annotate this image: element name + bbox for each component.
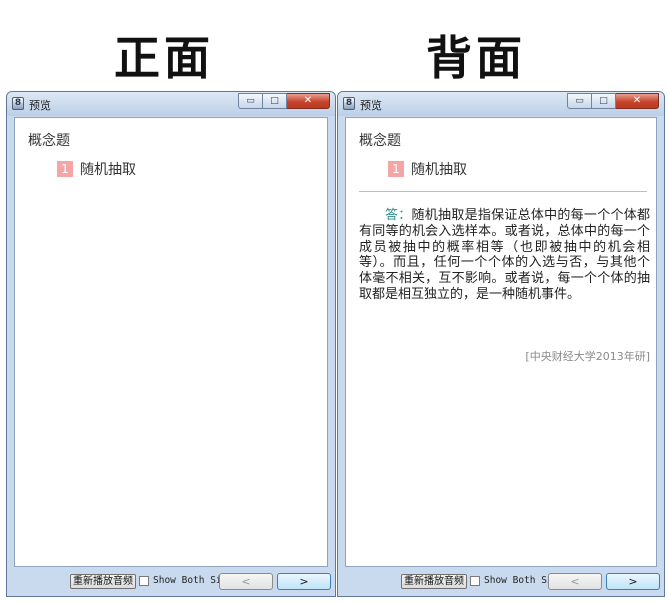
maximize-icon: □ bbox=[270, 96, 279, 106]
title-bar[interactable]: 8 预览 ▭ □ ✕ bbox=[338, 92, 664, 116]
close-icon: ✕ bbox=[632, 95, 642, 106]
maximize-button[interactable]: □ bbox=[592, 93, 616, 109]
next-button[interactable]: > bbox=[606, 573, 660, 590]
question-row: 1 随机抽取 bbox=[388, 160, 467, 178]
previous-button[interactable]: < bbox=[548, 573, 602, 590]
close-button[interactable]: ✕ bbox=[616, 93, 659, 109]
card-category: 概念题 bbox=[359, 133, 401, 149]
title-bar[interactable]: 8 预览 ▭ □ ✕ bbox=[7, 92, 335, 116]
next-button[interactable]: > bbox=[277, 573, 331, 590]
answer-paragraph: 答：随机抽取是指保证总体中的每一个个体都有同等的机会入选样本。或者说，总体中的每… bbox=[359, 208, 650, 303]
replay-audio-button[interactable]: 重新播放音频 bbox=[70, 574, 136, 589]
minimize-icon: ▭ bbox=[575, 96, 584, 106]
card-category: 概念题 bbox=[28, 133, 70, 149]
maximize-icon: □ bbox=[599, 96, 608, 106]
window-title: 预览 bbox=[29, 99, 51, 112]
bottom-toolbar: 重新播放音频 Show Both Sides < > bbox=[14, 570, 331, 594]
chevron-right-icon: > bbox=[299, 575, 309, 588]
app-icon: 8 bbox=[12, 97, 24, 110]
question-number-badge: 1 bbox=[57, 161, 73, 177]
front-heading: 正面 bbox=[114, 31, 214, 85]
question-text: 随机抽取 bbox=[80, 162, 136, 178]
close-button[interactable]: ✕ bbox=[287, 93, 330, 109]
minimize-button[interactable]: ▭ bbox=[567, 93, 592, 109]
answer-source: [中央财经大学2013年研] bbox=[525, 350, 650, 363]
back-preview-window: 8 预览 ▭ □ ✕ 概念题 1 随机抽取 答：随机抽取是指保证总体中的每一个个… bbox=[337, 91, 665, 597]
question-number-badge: 1 bbox=[388, 161, 404, 177]
front-preview-window: 8 预览 ▭ □ ✕ 概念题 1 随机抽取 重新播放音频 Show Both S… bbox=[6, 91, 336, 597]
app-icon: 8 bbox=[343, 97, 355, 110]
question-text: 随机抽取 bbox=[411, 162, 467, 178]
window-controls: ▭ □ ✕ bbox=[238, 93, 330, 110]
previous-button[interactable]: < bbox=[219, 573, 273, 590]
answer-label: 答： bbox=[385, 208, 412, 223]
close-icon: ✕ bbox=[303, 95, 313, 106]
question-row: 1 随机抽取 bbox=[57, 160, 136, 178]
maximize-button[interactable]: □ bbox=[263, 93, 287, 109]
minimize-icon: ▭ bbox=[246, 96, 255, 106]
bottom-toolbar: 重新播放音频 Show Both Sides < > bbox=[345, 570, 660, 594]
card-view: 概念题 1 随机抽取 答：随机抽取是指保证总体中的每一个个体都有同等的机会入选样… bbox=[345, 117, 657, 567]
back-heading: 背面 bbox=[426, 31, 526, 85]
chevron-left-icon: < bbox=[241, 575, 251, 588]
front-back-divider bbox=[359, 191, 647, 192]
window-title: 预览 bbox=[360, 99, 382, 112]
chevron-right-icon: > bbox=[628, 575, 638, 588]
minimize-button[interactable]: ▭ bbox=[238, 93, 263, 109]
show-both-sides-checkbox[interactable] bbox=[139, 576, 149, 586]
replay-audio-button[interactable]: 重新播放音频 bbox=[401, 574, 467, 589]
card-view: 概念题 1 随机抽取 bbox=[14, 117, 328, 567]
show-both-sides-checkbox[interactable] bbox=[470, 576, 480, 586]
window-controls: ▭ □ ✕ bbox=[567, 93, 659, 110]
chevron-left-icon: < bbox=[570, 575, 580, 588]
